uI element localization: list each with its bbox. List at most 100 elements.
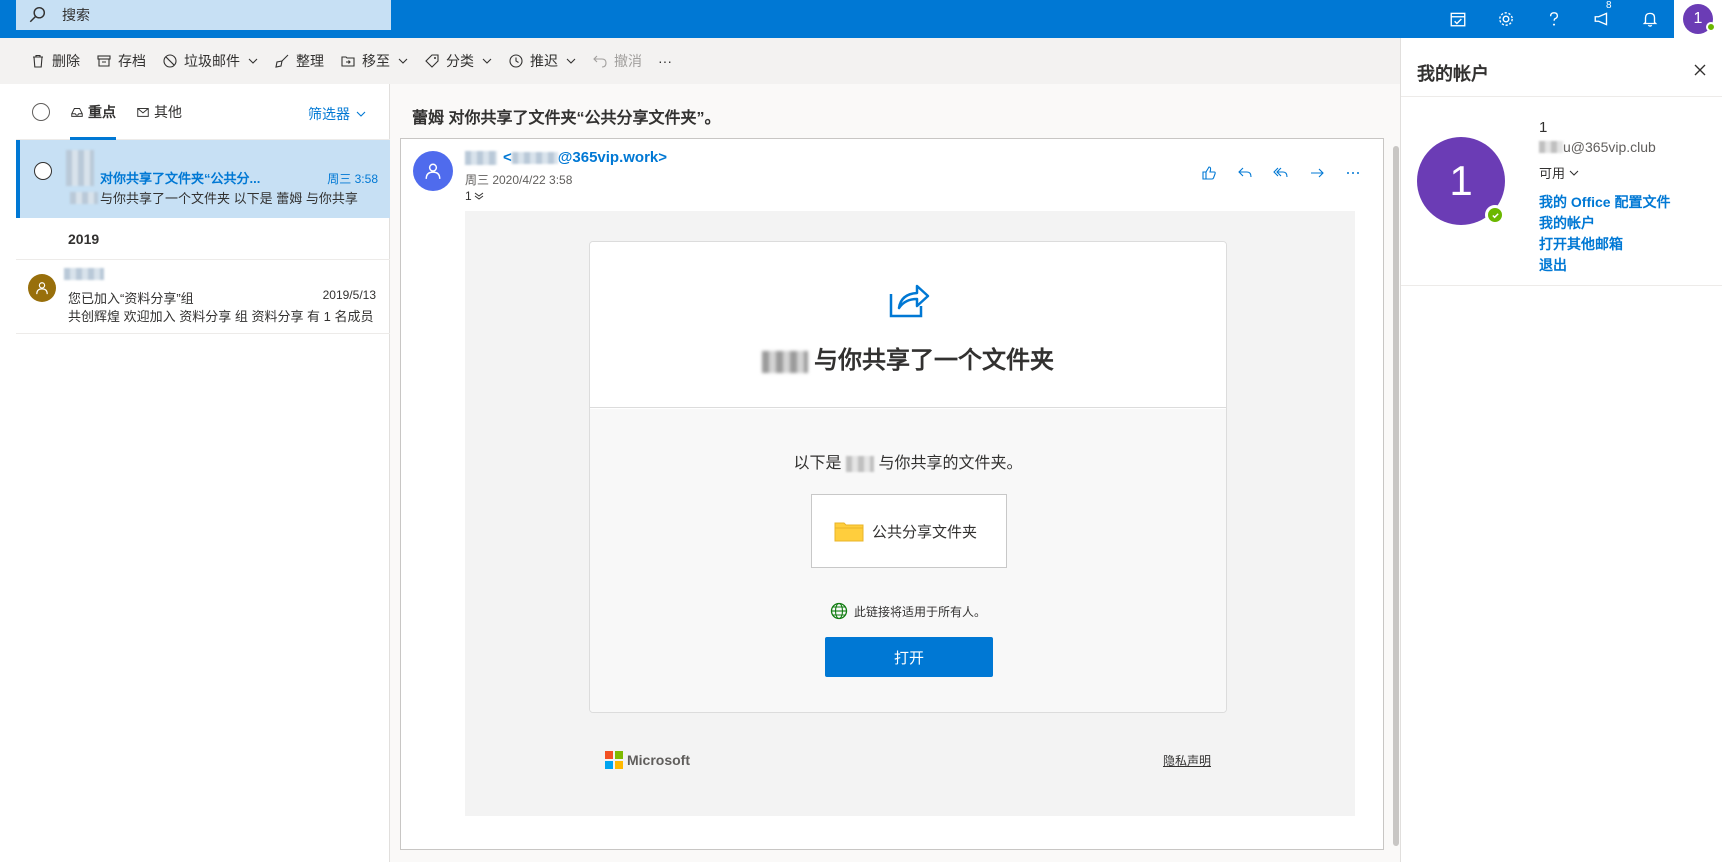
notifications-button[interactable]: [1626, 0, 1674, 38]
presence-status[interactable]: 可用: [1539, 163, 1579, 182]
share-headline-text: 与你共享了一个文件夹: [814, 347, 1054, 374]
share-intro: 以下是 与你共享的文件夹。: [590, 449, 1226, 473]
email-body: 与你共享了一个文件夹 以下是 与你共享的文件夹。 公共分享文件夹 此链接将适用于: [465, 211, 1355, 816]
reply-icon: [1238, 167, 1252, 178]
list-item-selected[interactable]: 对你共享了文件夹“公共分... 周三 3:58 与你共享了一个文件夹 以下是 蕾…: [16, 140, 390, 218]
my-day-button[interactable]: [1434, 0, 1482, 38]
chevron-down-icon: [356, 111, 366, 117]
feedback-button[interactable]: 8: [1578, 0, 1626, 38]
snooze-label: 推迟: [530, 53, 558, 69]
message-preview: 共创辉煌 欢迎加入 资料分享 组 资料分享 有 1 名成员: [68, 309, 374, 324]
account-panel-title: 我的帐户: [1417, 64, 1489, 84]
delete-label: 删除: [52, 53, 80, 69]
archive-button[interactable]: 存档: [88, 45, 154, 77]
sender-email: @365vip.work>: [557, 149, 668, 166]
sender-avatar-blurred: [66, 150, 94, 186]
select-message-radio[interactable]: [34, 162, 52, 180]
undo-button[interactable]: 撤消: [584, 45, 650, 77]
tab-other[interactable]: 其他: [136, 84, 182, 140]
junk-button[interactable]: 垃圾邮件: [154, 45, 266, 77]
close-icon[interactable]: [1692, 62, 1708, 78]
message-preview: 与你共享了一个文件夹 以下是 蕾姆 与你共享: [100, 191, 358, 206]
search-box[interactable]: 搜索: [16, 0, 391, 30]
clock-icon: [509, 54, 523, 68]
chevron-down-icon: [398, 58, 408, 64]
message-subject: 对你共享了文件夹“公共分...: [100, 171, 261, 186]
inbox-icon: [71, 107, 83, 117]
open-other-mailbox-link[interactable]: 打开其他邮箱: [1539, 234, 1623, 254]
help-button[interactable]: [1530, 0, 1578, 38]
my-account-link[interactable]: 我的帐户: [1539, 213, 1595, 233]
sender-address[interactable]: < @365vip.work>: [465, 149, 667, 166]
delete-button[interactable]: 删除: [22, 45, 88, 77]
brand-text: Microsoft: [627, 752, 690, 768]
top-bar: 搜索 8 1: [0, 0, 1722, 38]
tab-other-label: 其他: [154, 103, 182, 120]
account-email: u@365vip.club: [1539, 139, 1656, 155]
chevron-down-icon: [566, 58, 576, 64]
move-to-button[interactable]: 移至: [332, 45, 416, 77]
sender-avatar[interactable]: [413, 151, 453, 191]
recipients-label: 1: [465, 189, 472, 203]
share-headline: 与你共享了一个文件夹: [590, 340, 1226, 375]
chevron-down-icon: [482, 58, 492, 64]
snooze-button[interactable]: 推迟: [500, 45, 584, 77]
folder-name: 公共分享文件夹: [872, 523, 978, 541]
sweep-button[interactable]: 整理: [266, 45, 332, 77]
recipients[interactable]: 1: [465, 189, 484, 203]
more-actions-button[interactable]: [1335, 159, 1371, 187]
bell-icon: [1642, 12, 1658, 27]
archive-label: 存档: [118, 53, 146, 69]
chevron-down-icon: [248, 58, 258, 64]
forward-icon: [1311, 168, 1324, 178]
settings-button[interactable]: [1482, 0, 1530, 38]
tab-focused-label: 重点: [88, 103, 116, 120]
gear-icon: [1499, 12, 1513, 26]
globe-icon: [830, 602, 848, 620]
microsoft-logo-icon: [605, 751, 623, 769]
scrollbar[interactable]: [1393, 146, 1399, 846]
presence-available-icon: [1485, 205, 1505, 225]
message-list-pane: 重点 其他 筛选器 对你共享了文件夹“公共分... 周三 3:58 与你共享了一…: [0, 84, 390, 862]
inbox-tabs: 重点 其他 筛选器: [16, 84, 390, 140]
reading-pane: 蕾姆 对你共享了文件夹“公共分享文件夹”。 < @365vip.work> 周三 …: [390, 84, 1400, 862]
folder-move-icon: [341, 56, 355, 67]
group-header: 2019: [16, 218, 390, 260]
shared-folder-link[interactable]: 公共分享文件夹: [811, 494, 1007, 568]
link-note: 此链接将适用于所有人。: [590, 602, 1226, 620]
status-label: 可用: [1539, 166, 1566, 181]
account-avatar-button[interactable]: 1: [1674, 0, 1722, 38]
list-item[interactable]: 您已加入“资料分享”组 2019/5/13 共创辉煌 欢迎加入 资料分享 组 资…: [16, 260, 390, 334]
chevron-down-icon: [1569, 170, 1579, 176]
open-button[interactable]: 打开: [825, 637, 993, 677]
account-panel: 我的帐户 1 1 u@365vip.club 可用 我的 Office 配置文件…: [1400, 38, 1722, 862]
message-time: 周三 3:58: [327, 172, 378, 186]
more-commands-button[interactable]: ···: [650, 45, 680, 77]
sender-name-blurred: [64, 268, 104, 280]
message-subject: 您已加入“资料分享”组: [68, 291, 194, 306]
message-title: 蕾姆 对你共享了文件夹“公共分享文件夹”。: [412, 110, 721, 127]
junk-label: 垃圾邮件: [184, 53, 240, 69]
filter-button[interactable]: 筛选器: [308, 104, 366, 124]
categorize-label: 分类: [446, 53, 474, 69]
question-icon: [1549, 12, 1559, 26]
office-profile-link[interactable]: 我的 Office 配置文件: [1539, 192, 1670, 212]
reply-all-button[interactable]: [1263, 159, 1299, 187]
share-card: 与你共享了一个文件夹 以下是 与你共享的文件夹。 公共分享文件夹 此链接将适用于: [589, 241, 1227, 713]
reply-button[interactable]: [1227, 159, 1263, 187]
megaphone-icon: [1594, 12, 1608, 26]
filter-label: 筛选器: [308, 106, 350, 122]
person-icon: [36, 282, 48, 295]
like-button[interactable]: [1191, 159, 1227, 187]
tab-focused[interactable]: 重点: [70, 84, 116, 140]
select-all-checkbox[interactable]: [32, 102, 50, 121]
privacy-link[interactable]: 隐私声明: [1163, 752, 1211, 769]
categorize-button[interactable]: 分类: [416, 45, 500, 77]
forward-button[interactable]: [1299, 159, 1335, 187]
more-label: ···: [658, 53, 672, 69]
block-icon: [163, 54, 177, 68]
sign-out-link[interactable]: 退出: [1539, 255, 1567, 275]
account-email-text: u@365vip.club: [1563, 139, 1656, 155]
chevron-down-icon: [474, 192, 483, 200]
sender-name-blurred: [465, 150, 497, 165]
